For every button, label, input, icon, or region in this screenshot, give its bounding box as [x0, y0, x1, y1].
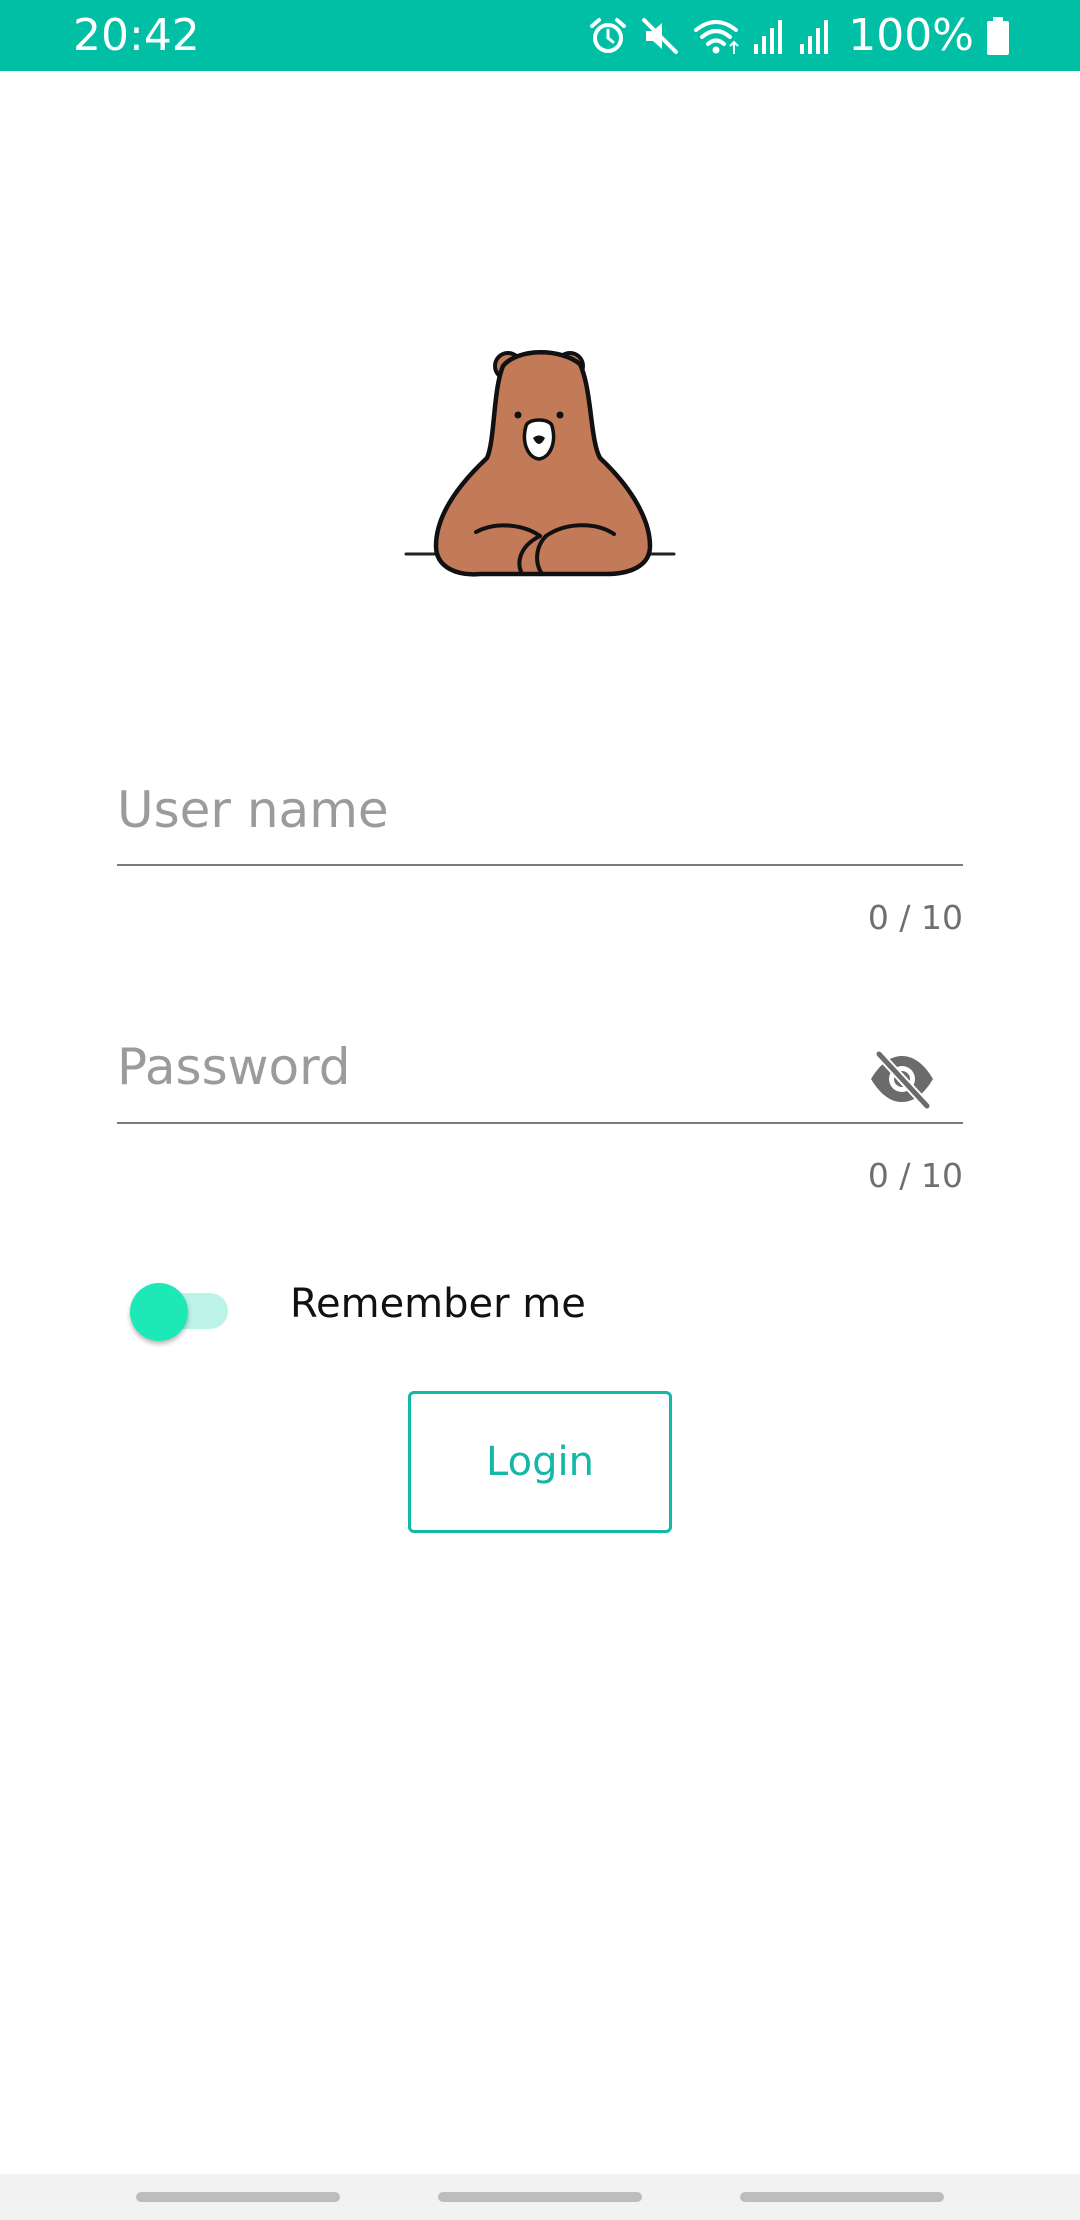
status-time: 20:42 — [73, 10, 200, 61]
alarm-icon — [588, 16, 628, 56]
password-character-counter: 0 / 10 — [867, 1156, 963, 1195]
username-input[interactable] — [117, 756, 963, 866]
remember-me-switch[interactable] — [130, 1283, 230, 1343]
signal-icon — [752, 16, 786, 56]
username-character-counter: 0 / 10 — [867, 898, 963, 937]
signal-icon — [798, 16, 832, 56]
status-bar: 20:42 100% — [0, 0, 1080, 71]
status-icons: 100% — [588, 12, 1010, 60]
password-input[interactable] — [117, 1012, 963, 1124]
username-field-container: 0 / 10 — [117, 756, 963, 937]
switch-thumb — [130, 1283, 188, 1341]
password-field-container: 0 / 10 — [117, 1012, 963, 1195]
login-button[interactable]: Login — [408, 1391, 672, 1533]
remember-me-label: Remember me — [290, 1281, 586, 1327]
nav-home-button[interactable] — [438, 2192, 642, 2202]
nav-recents-button[interactable] — [136, 2192, 340, 2202]
nav-back-button[interactable] — [740, 2192, 944, 2202]
bear-icon — [400, 340, 680, 600]
mute-icon — [640, 16, 680, 56]
wifi-icon — [692, 16, 740, 56]
battery-percentage: 100% — [848, 10, 974, 61]
visibility-off-icon[interactable] — [867, 1048, 937, 1111]
battery-icon — [986, 16, 1010, 56]
navigation-bar — [0, 2174, 1080, 2220]
